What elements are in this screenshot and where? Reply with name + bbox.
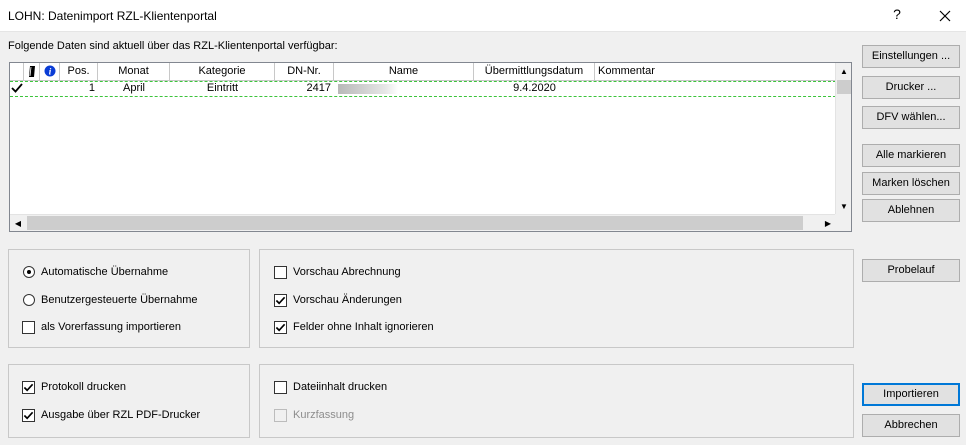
einstellungen-button[interactable]: Einstellungen ... — [862, 45, 960, 68]
checkmark-icon — [23, 411, 34, 419]
radio-unselected[interactable] — [23, 294, 35, 306]
checkbox-disabled — [274, 408, 287, 422]
import-mode-group: Automatische Übernahme Benutzergesteuert… — [8, 249, 250, 348]
checkbox-checked[interactable] — [22, 408, 35, 422]
checkmark-icon — [275, 323, 286, 331]
row-kategorie: Eintritt — [206, 82, 239, 94]
scroll-up-icon[interactable]: ▲ — [836, 63, 852, 79]
vorerfassung-label: als Vorerfassung importieren — [41, 321, 182, 333]
checkbox-checked[interactable] — [22, 380, 35, 394]
pdf-drucker-option[interactable]: Ausgabe über RZL PDF-Drucker — [22, 408, 200, 422]
row-check-cell[interactable] — [10, 82, 24, 96]
horizontal-scrollbar[interactable]: ◀ ▶ — [10, 214, 836, 231]
felder-ignorieren-option[interactable]: Felder ohne Inhalt ignorieren — [274, 320, 434, 334]
drucker-button[interactable]: Drucker ... — [862, 76, 960, 99]
vorschau-aenderungen-label: Vorschau Änderungen — [293, 294, 402, 306]
dfv-waehlen-button[interactable]: DFV wählen... — [862, 106, 960, 129]
vorschau-group: Vorschau Abrechnung Vorschau Änderungen … — [259, 249, 854, 348]
vertical-scrollbar[interactable]: ▲ ▼ — [835, 63, 851, 214]
scroll-right-icon[interactable]: ▶ — [820, 215, 836, 231]
header-name[interactable]: Name — [334, 63, 474, 81]
auto-uebernahme-label: Automatische Übernahme — [41, 266, 169, 278]
checkmark-icon — [10, 83, 23, 96]
header-kategorie[interactable]: Kategorie — [170, 63, 275, 81]
data-table[interactable]: i Pos. Monat Kategorie DN-Nr. Name Überm… — [9, 62, 852, 232]
pdf-drucker-label: Ausgabe über RZL PDF-Drucker — [41, 409, 201, 421]
vorschau-abrechnung-label: Vorschau Abrechnung — [293, 266, 401, 278]
checkmark-icon — [23, 383, 34, 391]
header-info-column[interactable]: i — [40, 63, 60, 81]
vertical-scroll-thumb[interactable] — [837, 80, 851, 94]
row-info-cell — [40, 82, 60, 96]
marken-loeschen-button[interactable]: Marken löschen — [862, 172, 960, 195]
benutzer-uebernahme-option[interactable]: Benutzergesteuerte Übernahme — [23, 293, 198, 307]
row-name — [334, 82, 474, 96]
vorerfassung-option[interactable]: als Vorerfassung importieren — [22, 320, 181, 334]
probelauf-button[interactable]: Probelauf — [862, 259, 960, 282]
radio-selected[interactable] — [23, 266, 35, 278]
header-pin-column[interactable] — [24, 63, 40, 81]
title-bar: LOHN: Datenimport RZL-Klientenportal ? — [0, 0, 966, 32]
header-check-column[interactable] — [10, 63, 24, 81]
horizontal-scroll-thumb[interactable] — [27, 216, 803, 230]
header-datum[interactable]: Übermittlungsdatum — [474, 63, 595, 81]
close-icon[interactable] — [930, 3, 960, 29]
pin-icon — [28, 66, 36, 80]
checkbox-checked[interactable] — [274, 320, 287, 334]
help-button[interactable]: ? — [890, 6, 904, 22]
vorschau-abrechnung-option[interactable]: Vorschau Abrechnung — [274, 265, 401, 279]
header-kommentar[interactable]: Kommentar — [595, 63, 836, 81]
vorschau-aenderungen-option[interactable]: Vorschau Änderungen — [274, 293, 402, 307]
importieren-button[interactable]: Importieren — [862, 383, 960, 406]
protokoll-group: Protokoll drucken Ausgabe über RZL PDF-D… — [8, 364, 250, 438]
alle-markieren-button[interactable]: Alle markieren — [862, 144, 960, 167]
auto-uebernahme-option[interactable]: Automatische Übernahme — [23, 265, 168, 279]
intro-text: Folgende Daten sind aktuell über das RZL… — [8, 40, 338, 52]
info-icon: i — [44, 65, 56, 80]
dateiinhalt-drucken-label: Dateiinhalt drucken — [293, 381, 388, 393]
checkbox-unchecked[interactable] — [274, 265, 287, 279]
kurzfassung-label: Kurzfassung — [293, 409, 355, 421]
scrollbar-corner — [835, 214, 851, 231]
checkmark-icon — [275, 296, 286, 304]
checkbox-unchecked[interactable] — [274, 380, 287, 394]
benutzer-uebernahme-label: Benutzergesteuerte Übernahme — [41, 294, 198, 306]
header-pos[interactable]: Pos. — [60, 63, 98, 81]
row-pos: 1 — [88, 82, 95, 94]
header-dn-nr[interactable]: DN-Nr. — [275, 63, 334, 81]
table-header: i Pos. Monat Kategorie DN-Nr. Name Überm… — [10, 63, 836, 81]
window-title: LOHN: Datenimport RZL-Klientenportal — [8, 9, 217, 23]
dateiinhalt-drucken-option[interactable]: Dateiinhalt drucken — [274, 380, 387, 394]
table-row[interactable]: 1 April Eintritt 2417 9.4.2020 — [10, 81, 836, 97]
checkbox-checked[interactable] — [274, 293, 287, 307]
scroll-down-icon[interactable]: ▼ — [836, 198, 852, 214]
felder-ignorieren-label: Felder ohne Inhalt ignorieren — [293, 321, 434, 333]
scroll-left-icon[interactable]: ◀ — [10, 215, 26, 231]
kurzfassung-option: Kurzfassung — [274, 408, 354, 422]
row-dn-nr: 2417 — [306, 82, 331, 94]
row-monat: April — [122, 82, 145, 94]
redacted-name — [338, 84, 398, 94]
protokoll-drucken-option[interactable]: Protokoll drucken — [22, 380, 126, 394]
ablehnen-button[interactable]: Ablehnen — [862, 199, 960, 222]
checkbox-unchecked[interactable] — [22, 320, 35, 334]
row-kommentar — [595, 82, 836, 96]
header-monat[interactable]: Monat — [98, 63, 170, 81]
dateiinhalt-group: Dateiinhalt drucken Kurzfassung — [259, 364, 854, 438]
row-datum: 9.4.2020 — [513, 82, 556, 94]
protokoll-drucken-label: Protokoll drucken — [41, 381, 126, 393]
abbrechen-button[interactable]: Abbrechen — [862, 414, 960, 437]
row-pin-cell — [24, 82, 40, 96]
